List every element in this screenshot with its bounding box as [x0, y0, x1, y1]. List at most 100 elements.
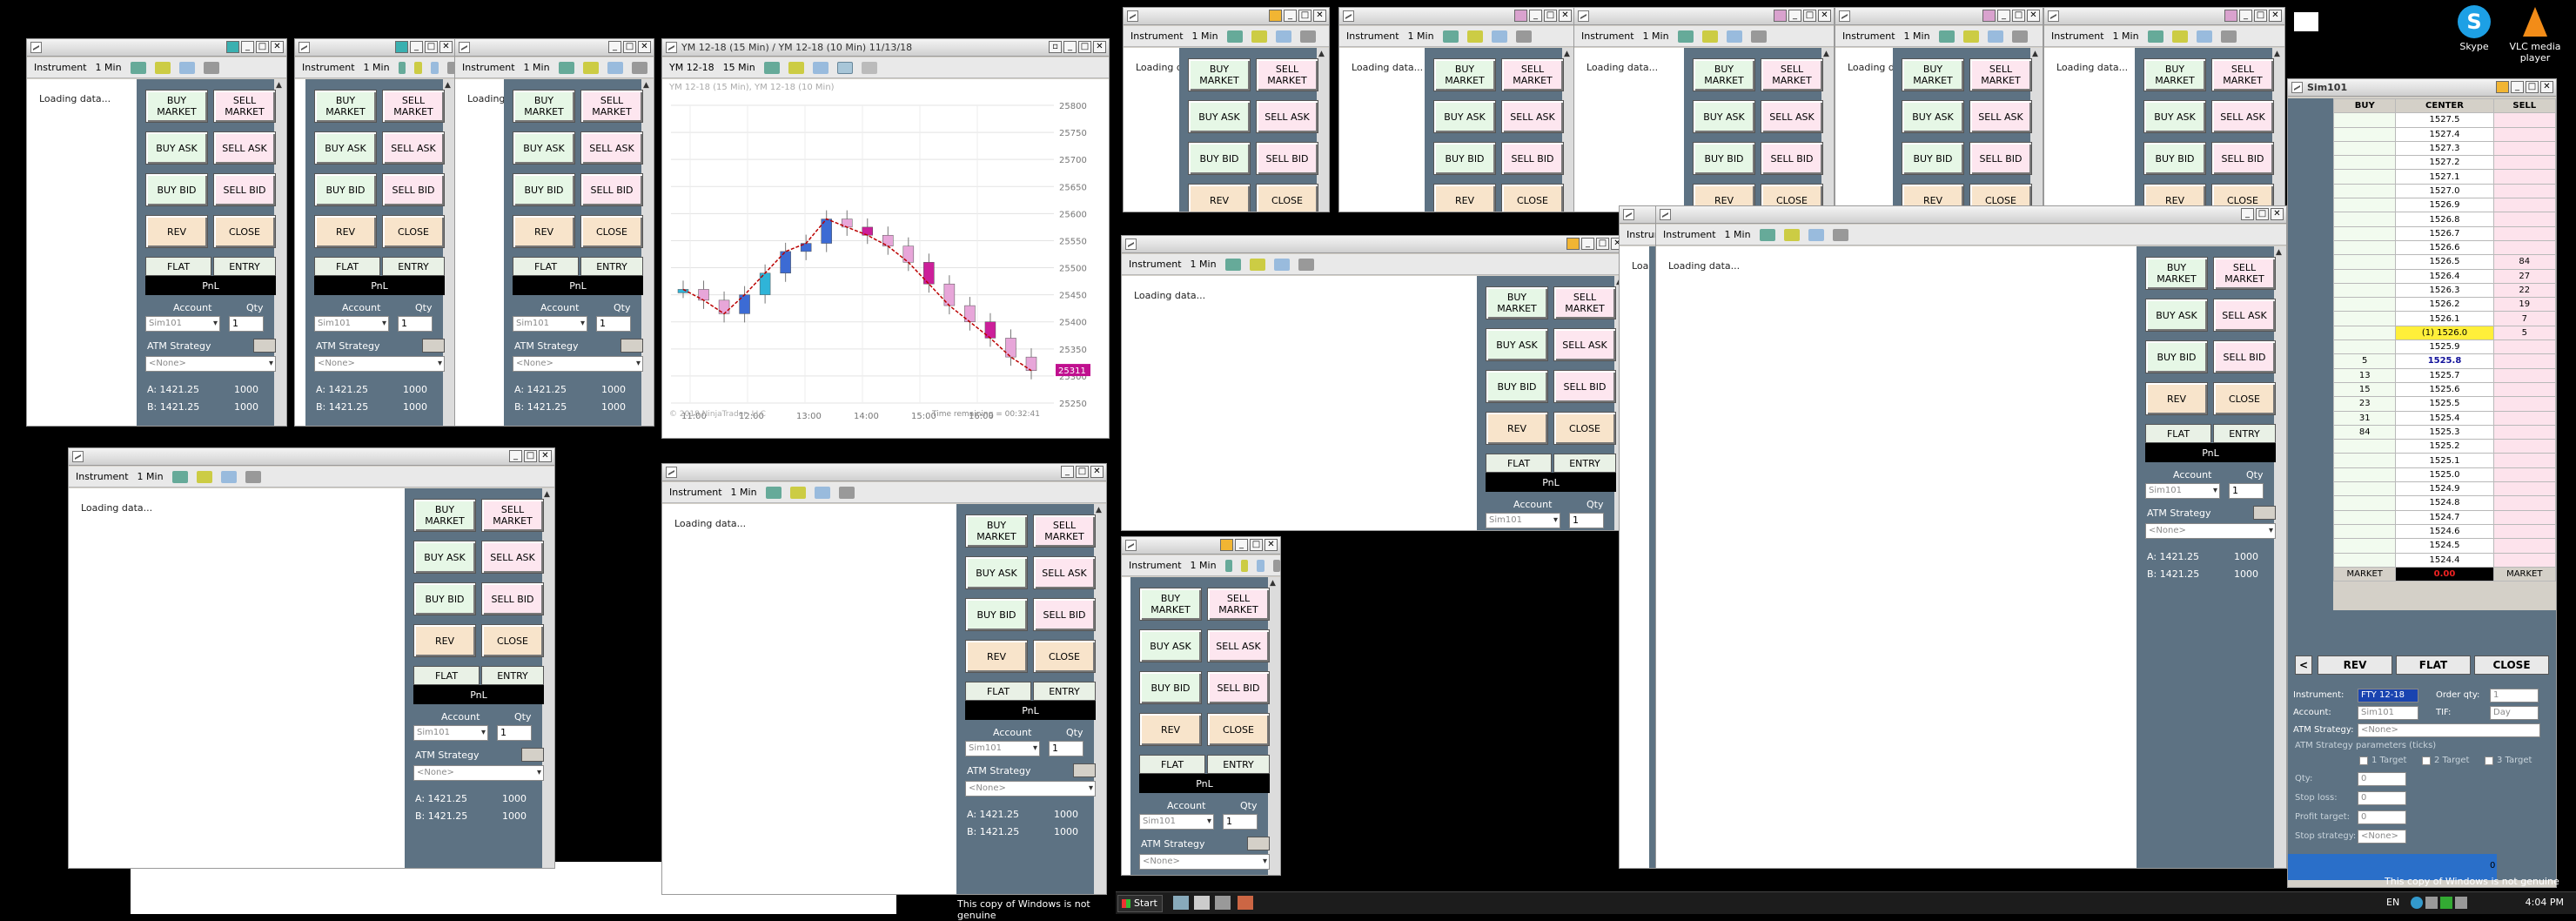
close-icon[interactable]: ✕: [1559, 10, 1572, 22]
dom-sell-cell[interactable]: [2492, 481, 2556, 497]
buy-bid-button[interactable]: BUY BID: [145, 173, 208, 206]
close-icon[interactable]: ✕: [1093, 41, 1106, 53]
zoom-icon[interactable]: [203, 61, 219, 74]
sell-bid-button[interactable]: SELL BID: [1501, 142, 1564, 175]
maximize-icon[interactable]: □: [1544, 10, 1557, 22]
maximize-icon[interactable]: □: [256, 41, 269, 53]
buy-ask-button[interactable]: BUY ASK: [2143, 100, 2206, 133]
sell-bid-button[interactable]: SELL BID: [1969, 142, 2032, 175]
chart-trader-window[interactable]: _□✕Instrument1 MinLoading data...BUY MAR…: [26, 38, 287, 427]
crosshair-icon[interactable]: [1257, 559, 1265, 572]
skype-desktop-icon[interactable]: S Skype: [2444, 5, 2505, 52]
dom-price-cell[interactable]: 1524.9: [2395, 481, 2494, 497]
entry-button[interactable]: ENTRY: [481, 666, 544, 685]
zoom-icon[interactable]: [2011, 30, 2028, 43]
minimize-icon[interactable]: _: [1284, 10, 1297, 22]
interval-select[interactable]: 1 Min: [138, 471, 164, 482]
dom-buy-cell[interactable]: [2332, 339, 2397, 355]
crosshair-icon[interactable]: [220, 470, 237, 483]
dom-row[interactable]: 1524.8: [2332, 495, 2556, 511]
account-select[interactable]: Sim101: [965, 741, 1040, 756]
instrument-select[interactable]: Instrument: [2051, 30, 2104, 42]
instrument-select[interactable]: Instrument: [1129, 259, 1182, 270]
entry-button[interactable]: ENTRY: [1033, 682, 1096, 701]
sell-bid-button[interactable]: SELL BID: [382, 173, 445, 206]
candles-icon[interactable]: [1442, 30, 1459, 43]
dom-buy-cell[interactable]: [2332, 552, 2397, 568]
target-checkbox[interactable]: [2359, 756, 2368, 765]
param-input[interactable]: 0: [2358, 772, 2406, 786]
dom-row[interactable]: 1526.8: [2332, 212, 2556, 227]
dom-sell-cell[interactable]: [2492, 538, 2556, 554]
dom-row[interactable]: 1526.3 22: [2332, 282, 2556, 299]
dom-buy-cell[interactable]: [2332, 495, 2397, 511]
dom-sell-cell[interactable]: 19: [2492, 297, 2556, 313]
dom-atm-select[interactable]: <None>: [2358, 723, 2540, 737]
minimize-icon[interactable]: _: [2511, 81, 2524, 93]
account-select[interactable]: Sim101: [145, 316, 220, 332]
crosshair-icon[interactable]: [812, 61, 828, 74]
chart-trader-window[interactable]: _□✕Instrument1 MinLoading data...BUY MAR…: [1655, 205, 2287, 869]
sell-ask-button[interactable]: SELL ASK: [481, 541, 544, 574]
sell-ask-button[interactable]: SELL ASK: [580, 131, 643, 165]
dom-row[interactable]: 84 1525.3: [2332, 424, 2556, 440]
atm-strategy-select[interactable]: <None>: [965, 781, 1096, 797]
buy-market-button[interactable]: BUY MARKET: [2145, 257, 2208, 290]
qty-input[interactable]: 1: [1223, 814, 1258, 830]
candles-icon[interactable]: [1226, 30, 1243, 43]
crosshair-icon[interactable]: [1987, 30, 2003, 43]
maximize-icon[interactable]: □: [425, 41, 438, 53]
dom-sell-cell[interactable]: [2492, 239, 2556, 256]
dom-sell-cell[interactable]: [2492, 126, 2556, 142]
sell-bid-button[interactable]: SELL BID: [2213, 340, 2276, 373]
entry-button[interactable]: ENTRY: [213, 257, 276, 276]
sell-market-button[interactable]: SELL MARKET: [2211, 58, 2274, 91]
dom-rev-button[interactable]: REV: [2318, 655, 2392, 675]
minimize-icon[interactable]: _: [2241, 208, 2254, 220]
maximize-icon[interactable]: □: [1596, 238, 1609, 250]
dom-price-cell[interactable]: 1527.1: [2395, 169, 2494, 185]
chart-trader-window[interactable]: _□✕Instrument1 MinLoading data...BUY MAR…: [1123, 7, 1330, 212]
dom-price-cell[interactable]: 1524.7: [2395, 509, 2494, 525]
dom-row[interactable]: 1524.5: [2332, 538, 2556, 554]
chart-trader-window[interactable]: _□✕Instrument1 MinLoading data...BUY MAR…: [294, 38, 456, 427]
pencil-icon[interactable]: [414, 61, 423, 74]
dom-sell-cell[interactable]: [2492, 396, 2556, 412]
dom-buy-cell[interactable]: [2332, 212, 2397, 227]
instrument-select[interactable]: Instrument: [1130, 30, 1184, 42]
crosshair-icon[interactable]: [2196, 30, 2212, 43]
window-titlebar[interactable]: _□✕: [1124, 8, 1329, 25]
entry-button[interactable]: ENTRY: [580, 257, 643, 276]
interval-select[interactable]: 1 Min: [1725, 229, 1751, 240]
sell-market-button[interactable]: SELL MARKET: [382, 90, 445, 123]
rev-button[interactable]: REV: [513, 215, 575, 248]
dom-buy-cell[interactable]: [2332, 453, 2397, 468]
minimize-icon[interactable]: _: [509, 450, 522, 462]
panel-scrollbar[interactable]: [274, 79, 286, 426]
maximize-icon[interactable]: □: [2526, 81, 2539, 93]
rev-button[interactable]: REV: [314, 215, 377, 248]
dom-price-cell[interactable]: 1525.9: [2395, 339, 2494, 355]
interval-select[interactable]: 1 Min: [524, 62, 550, 73]
dom-sell-cell[interactable]: 7: [2492, 311, 2556, 326]
dom-row[interactable]: 15 1525.6: [2332, 381, 2556, 398]
window-titlebar[interactable]: _□✕: [1835, 8, 2043, 25]
dom-price-cell[interactable]: 1527.3: [2395, 140, 2494, 157]
candles-icon[interactable]: [1938, 30, 1955, 43]
dom-buy-cell[interactable]: [2332, 254, 2397, 270]
interval-select[interactable]: 1 Min: [1192, 30, 1218, 42]
sell-market-button[interactable]: SELL MARKET: [1761, 58, 1823, 91]
close-icon[interactable]: ✕: [2540, 81, 2553, 93]
dom-row[interactable]: 1527.2: [2332, 155, 2556, 171]
rev-button[interactable]: REV: [2145, 382, 2208, 415]
sell-bid-button[interactable]: SELL BID: [1256, 142, 1318, 175]
dom-buy-cell[interactable]: 84: [2332, 424, 2397, 440]
pin-icon[interactable]: [395, 41, 408, 53]
interval-select[interactable]: 1 Min: [2113, 30, 2139, 42]
rev-button[interactable]: REV: [145, 215, 208, 248]
sell-market-button[interactable]: SELL MARKET: [580, 90, 643, 123]
minimize-icon[interactable]: _: [608, 41, 621, 53]
maximize-icon[interactable]: □: [2012, 10, 2025, 22]
chart-trader-window[interactable]: _□✕Instrument1 MinLoading data...BUY MAR…: [68, 447, 555, 869]
close-button[interactable]: CLOSE: [213, 215, 276, 248]
